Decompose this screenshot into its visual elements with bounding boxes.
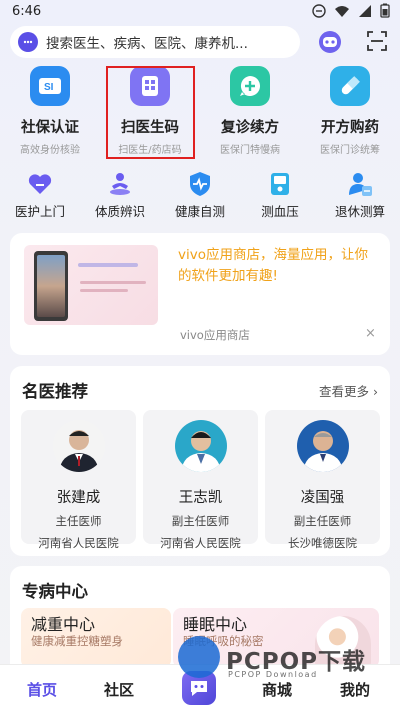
doctor-hospital: 河南省人民医院 <box>160 536 241 550</box>
meditation-icon <box>105 171 135 197</box>
ad-thumbnail-caption <box>78 263 138 267</box>
tab-community[interactable]: 社区 <box>104 679 134 700</box>
service-title: 复诊续方 <box>221 120 279 136</box>
doctor-avatar <box>174 420 227 472</box>
center-subtitle: 睡眠呼吸的秘密 <box>183 634 264 648</box>
doctor-card[interactable]: 王志凯 副主任医师 河南省人民医院 <box>143 410 258 550</box>
close-icon[interactable]: × <box>365 326 376 341</box>
status-icons <box>312 3 390 18</box>
doctor-name: 张建成 <box>56 490 101 506</box>
service-label: 体质辨识 <box>94 204 145 219</box>
service-prescription[interactable]: 开方购药 医保门诊统筹 <box>300 66 400 156</box>
service-follow-up[interactable]: 复诊续方 医保门特慢病 <box>200 66 300 156</box>
doctor-card[interactable]: 凌国强 副主任医师 长沙唯德医院 <box>265 410 380 550</box>
pill-icon <box>330 66 370 106</box>
ai-chat-tab-icon[interactable] <box>182 671 216 705</box>
weight-loss-center-card[interactable]: 减重中心 健康减重控糖塑身 <box>21 608 171 668</box>
chat-plus-icon <box>230 66 270 106</box>
main-services: SI 社保认证 高效身份核验 扫医生码 扫医生/药店码 复诊续方 医保门特慢病 … <box>0 66 400 161</box>
wifi-icon <box>335 5 349 17</box>
service-label: 健康自测 <box>174 204 225 219</box>
doctor-title: 副主任医师 <box>293 514 352 528</box>
center-subtitle: 健康减重控糖塑身 <box>31 634 123 648</box>
search-input[interactable]: 搜索医生、疾病、医院、康养机... <box>10 26 300 58</box>
si-card-icon: SI <box>30 66 70 106</box>
service-constitution[interactable]: 体质辨识 <box>80 171 160 220</box>
ai-assistant-icon[interactable] <box>317 28 343 58</box>
service-label: 退休测算 <box>334 204 385 219</box>
doctor-card[interactable]: 张建成 主任医师 河南省人民医院 <box>21 410 136 550</box>
section-title: 专病中心 <box>22 582 88 601</box>
service-blood-pressure[interactable]: 测血压 <box>240 171 320 220</box>
doctor-avatar <box>52 420 105 472</box>
battery-icon <box>380 3 390 18</box>
shield-pulse-icon <box>185 171 215 197</box>
service-subtitle: 医保门特慢病 <box>220 145 280 156</box>
service-label: 医护上门 <box>14 204 65 219</box>
retire-calc-icon <box>345 171 375 197</box>
highlight-box <box>106 66 195 159</box>
service-social-security[interactable]: SI 社保认证 高效身份核验 <box>0 66 100 156</box>
service-label: 测血压 <box>261 204 299 219</box>
view-more-label: 查看更多 <box>319 384 370 399</box>
sleeping-person-image <box>315 616 371 668</box>
secondary-services: 医护上门 体质辨识 健康自测 测血压 退休测算 <box>0 171 400 221</box>
service-title: 开方购药 <box>321 120 379 136</box>
svg-text:SI: SI <box>44 82 54 93</box>
chat-bubble-icon <box>18 32 38 52</box>
doctor-title: 副主任医师 <box>171 514 230 528</box>
status-bar: 6:46 <box>0 0 400 24</box>
service-subtitle: 医保门诊统筹 <box>320 145 380 156</box>
tab-home[interactable]: 首页 <box>27 679 57 700</box>
do-not-disturb-icon <box>312 3 326 18</box>
tab-mall[interactable]: 商城 <box>262 679 292 700</box>
center-title: 睡眠中心 <box>183 615 248 634</box>
ad-source: vivo应用商店 <box>180 328 250 342</box>
center-title: 减重中心 <box>31 615 96 634</box>
scan-icon[interactable] <box>366 30 388 56</box>
section-title: 名医推荐 <box>22 382 88 401</box>
heart-home-icon <box>25 171 55 197</box>
tab-mine[interactable]: 我的 <box>340 679 370 700</box>
sleep-center-card[interactable]: 睡眠中心 睡眠呼吸的秘密 <box>173 608 379 668</box>
service-health-test[interactable]: 健康自测 <box>160 171 240 220</box>
signal-icon <box>359 4 371 17</box>
service-home-care[interactable]: 医护上门 <box>0 171 80 220</box>
service-title: 社保认证 <box>21 120 79 136</box>
ad-card[interactable]: vivo应用商店，海量应用，让你的软件更加有趣! vivo应用商店 × <box>10 233 390 355</box>
phone-image <box>34 251 68 321</box>
chevron-right-icon: › <box>373 384 378 399</box>
doctor-avatar <box>296 420 349 472</box>
doctor-hospital: 河南省人民医院 <box>38 536 119 550</box>
search-placeholder: 搜索医生、疾病、医院、康养机... <box>46 36 248 52</box>
service-retirement[interactable]: 退休测算 <box>320 171 400 220</box>
doctors-section: 名医推荐 查看更多 › 张建成 主任医师 河南省人民医院 王志凯 副主任医师 河… <box>10 366 390 556</box>
doctor-name: 凌国强 <box>300 490 345 506</box>
ad-thumbnail <box>24 245 158 325</box>
view-more-link[interactable]: 查看更多 › <box>319 381 378 400</box>
service-subtitle: 高效身份核验 <box>20 145 80 156</box>
doctor-title: 主任医师 <box>55 514 102 528</box>
ad-text: vivo应用商店，海量应用，让你的软件更加有趣! <box>178 247 368 284</box>
doctor-hospital: 长沙唯德医院 <box>288 536 357 550</box>
bottom-tab-bar: 首页 社区 商城 我的 <box>0 664 400 710</box>
search-row: 搜索医生、疾病、医院、康养机... <box>10 26 390 58</box>
blood-pressure-icon <box>265 171 295 197</box>
status-time: 6:46 <box>12 4 42 19</box>
doctor-name: 王志凯 <box>178 490 223 506</box>
